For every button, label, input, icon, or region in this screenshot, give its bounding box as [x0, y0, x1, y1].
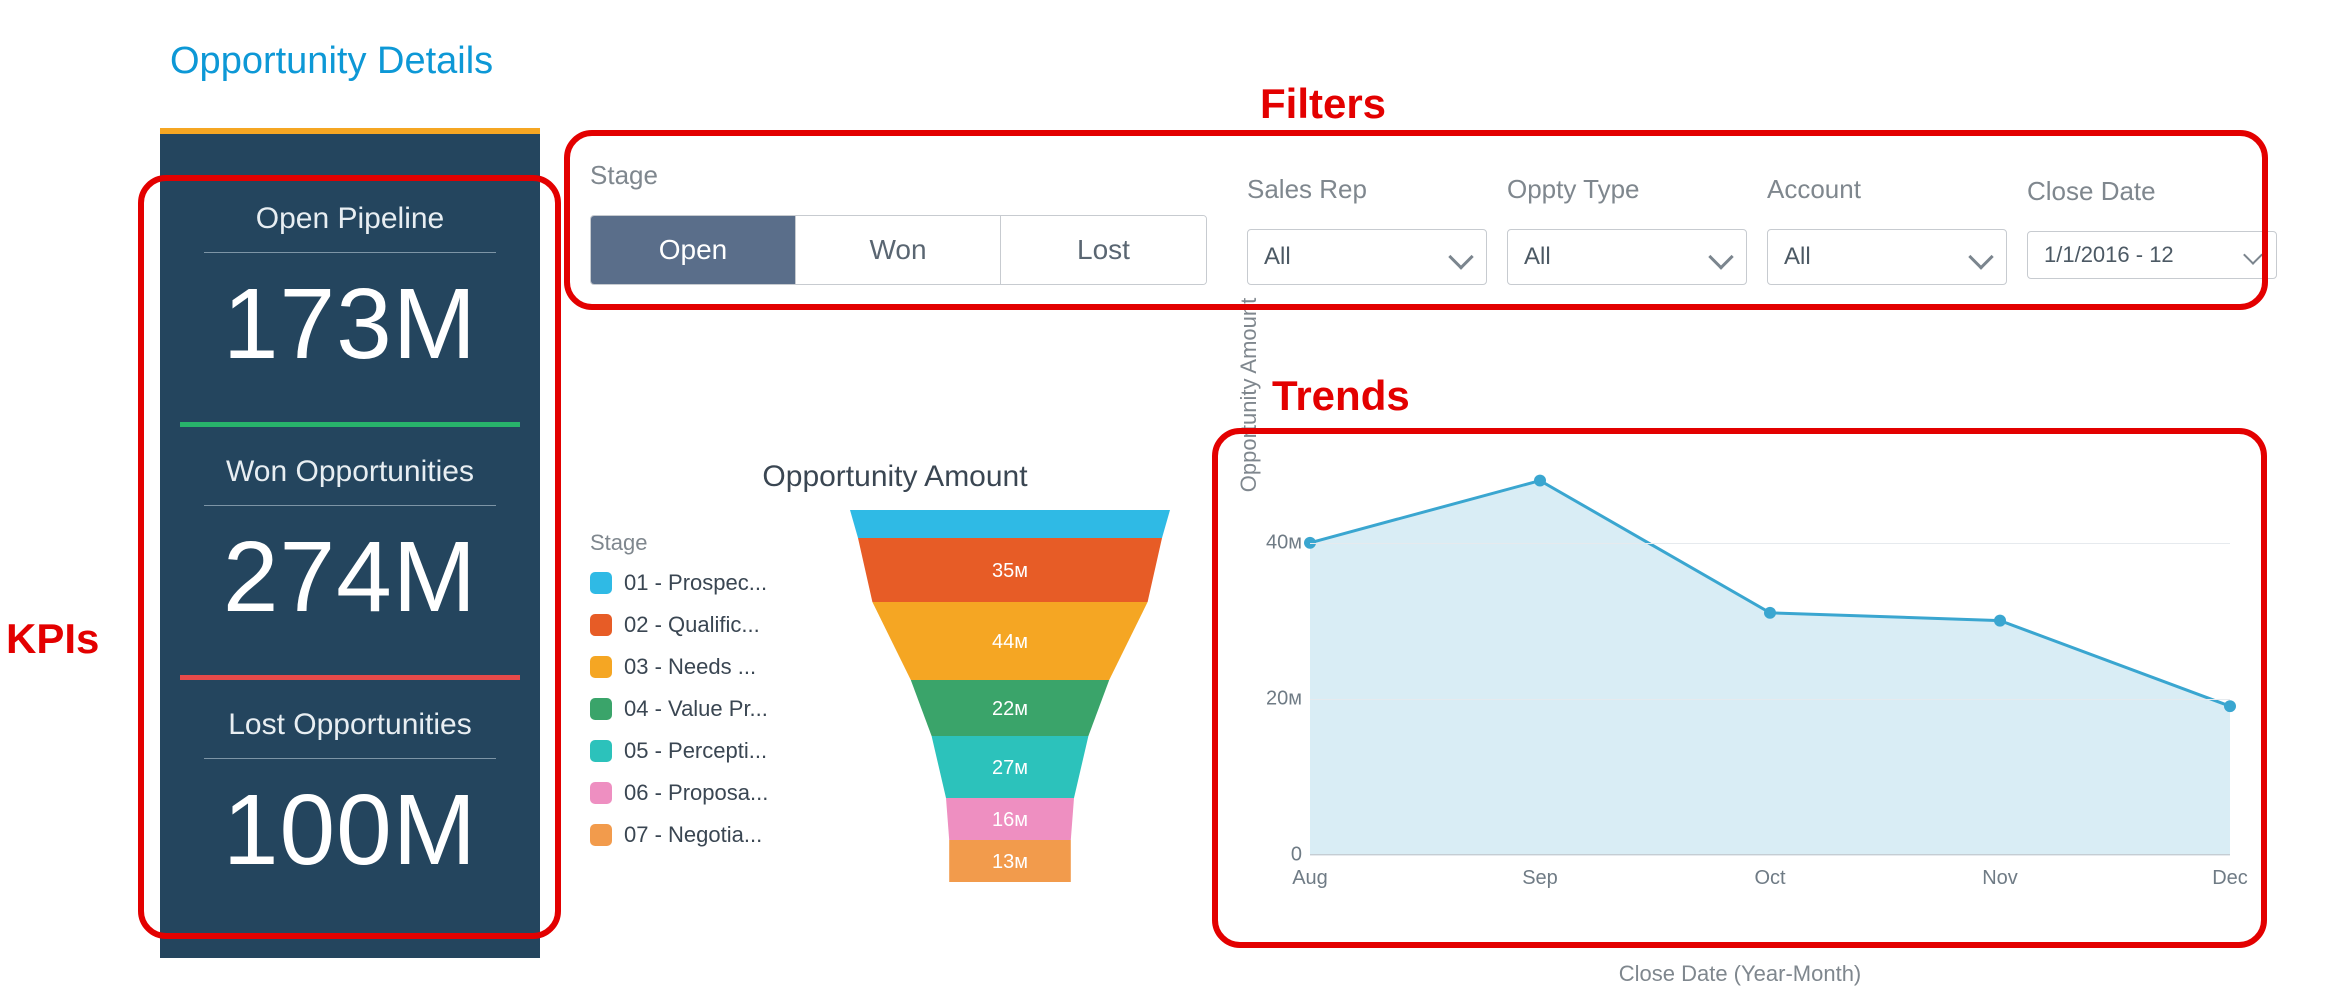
- kpi-sidebar: Open Pipeline 173M Won Opportunities 274…: [160, 128, 540, 958]
- kpi-label: Lost Opportunities: [190, 708, 510, 742]
- grid-line: [1310, 699, 2230, 700]
- stage-lost-button[interactable]: Lost: [1001, 216, 1206, 284]
- annotation-filters: Filters: [1260, 80, 2280, 128]
- trend-point[interactable]: [2224, 700, 2236, 712]
- dropdown-value: All: [1264, 243, 1291, 271]
- legend-swatch: [590, 614, 612, 636]
- filter-label: Close Date: [2027, 176, 2277, 207]
- page-title[interactable]: Opportunity Details: [170, 40, 493, 83]
- y-tick-label: 40м: [1260, 532, 1302, 555]
- trend-area: [1310, 481, 2230, 854]
- chart-plot-area: 020м40мAugSepOctNovDec: [1310, 465, 2230, 855]
- kpi-lost-opportunities[interactable]: Lost Opportunities 100M: [160, 680, 540, 928]
- filter-oppty-type: Oppty Type All: [1507, 174, 1747, 285]
- legend-label: 06 - Proposa...: [624, 780, 768, 806]
- legend-swatch: [590, 824, 612, 846]
- stage-won-button[interactable]: Won: [796, 216, 1001, 284]
- kpi-label: Open Pipeline: [190, 202, 510, 236]
- filter-label: Account: [1767, 174, 2007, 205]
- funnel-segment[interactable]: [850, 510, 1170, 538]
- chevron-down-icon: [1968, 244, 1993, 269]
- filter-label: Sales Rep: [1247, 174, 1487, 205]
- kpi-value: 274M: [190, 520, 510, 635]
- legend-item[interactable]: 06 - Proposa...: [590, 780, 820, 806]
- sales-rep-dropdown[interactable]: All: [1247, 229, 1487, 285]
- kpi-won-opportunities[interactable]: Won Opportunities 274M: [160, 427, 540, 675]
- funnel-value-label: 27м: [992, 757, 1028, 779]
- x-tick-label: Oct: [1754, 867, 1785, 890]
- legend-swatch: [590, 782, 612, 804]
- funnel-title: Opportunity Amount: [590, 460, 1200, 494]
- legend-item[interactable]: 07 - Negotia...: [590, 822, 820, 848]
- legend-title: Stage: [590, 530, 820, 556]
- legend-item[interactable]: 02 - Qualific...: [590, 612, 820, 638]
- kpi-value: 173M: [190, 267, 510, 382]
- legend-label: 07 - Negotia...: [624, 822, 762, 848]
- legend-label: 03 - Needs ...: [624, 654, 756, 680]
- kpi-open-pipeline[interactable]: Open Pipeline 173M: [160, 174, 540, 422]
- close-date-dropdown[interactable]: 1/1/2016 - 12: [2027, 231, 2277, 279]
- chevron-down-icon: [1448, 244, 1473, 269]
- legend-item[interactable]: 03 - Needs ...: [590, 654, 820, 680]
- filter-label: Oppty Type: [1507, 174, 1747, 205]
- funnel-value-label: 13м: [992, 851, 1028, 873]
- trend-chart[interactable]: Opportunity Amount 020м40мAugSepOctNovDe…: [1240, 445, 2240, 945]
- y-tick-label: 20м: [1260, 688, 1302, 711]
- stage-open-button[interactable]: Open: [591, 216, 796, 284]
- chevron-down-icon: [1708, 244, 1733, 269]
- annotation-kpis: KPIs: [6, 615, 99, 663]
- legend-item[interactable]: 01 - Prospec...: [590, 570, 820, 596]
- legend-item[interactable]: 05 - Percepti...: [590, 738, 820, 764]
- oppty-type-dropdown[interactable]: All: [1507, 229, 1747, 285]
- legend-label: 05 - Percepti...: [624, 738, 767, 764]
- funnel-legend: Stage 01 - Prospec... 02 - Qualific... 03 …: [590, 530, 820, 864]
- dropdown-value: 1/1/2016 - 12: [2044, 242, 2174, 268]
- funnel-value-label: 16м: [992, 809, 1028, 831]
- x-tick-label: Dec: [2212, 867, 2248, 890]
- y-tick-label: 0: [1260, 844, 1302, 867]
- x-axis-label: Close Date (Year-Month): [1240, 961, 2240, 987]
- filter-sales-rep: Sales Rep All: [1247, 174, 1487, 285]
- legend-label: 04 - Value Pr...: [624, 696, 768, 722]
- kpi-label: Won Opportunities: [190, 455, 510, 489]
- x-tick-label: Nov: [1982, 867, 2018, 890]
- filter-close-date: Close Date 1/1/2016 - 12: [2027, 176, 2277, 285]
- filter-label: Stage: [590, 160, 1207, 191]
- filters-bar: Stage Open Won Lost Sales Rep All Oppty …: [590, 160, 2280, 285]
- chevron-down-icon: [2243, 245, 2263, 265]
- y-axis-label: Opportunity Amount: [1236, 245, 1262, 545]
- filter-account: Account All: [1767, 174, 2007, 285]
- legend-label: 01 - Prospec...: [624, 570, 767, 596]
- legend-label: 02 - Qualific...: [624, 612, 760, 638]
- x-tick-label: Sep: [1522, 867, 1558, 890]
- funnel-value-label: 44м: [992, 631, 1028, 653]
- grid-line: [1310, 543, 2230, 544]
- filter-stage: Stage Open Won Lost: [590, 160, 1207, 285]
- legend-item[interactable]: 04 - Value Pr...: [590, 696, 820, 722]
- grid-line: [1310, 855, 2230, 856]
- trend-point[interactable]: [1764, 607, 1776, 619]
- account-dropdown[interactable]: All: [1767, 229, 2007, 285]
- legend-swatch: [590, 740, 612, 762]
- x-tick-label: Aug: [1292, 867, 1328, 890]
- stage-toggle: Open Won Lost: [590, 215, 1207, 285]
- legend-swatch: [590, 656, 612, 678]
- dropdown-value: All: [1524, 243, 1551, 271]
- legend-swatch: [590, 698, 612, 720]
- kpi-value: 100M: [190, 773, 510, 888]
- funnel-value-label: 22м: [992, 698, 1028, 720]
- annotation-trends: Trends: [1272, 372, 1410, 420]
- trend-point[interactable]: [1534, 475, 1546, 487]
- funnel-value-label: 35м: [992, 560, 1028, 582]
- legend-swatch: [590, 572, 612, 594]
- dropdown-value: All: [1784, 243, 1811, 271]
- trend-point[interactable]: [1994, 615, 2006, 627]
